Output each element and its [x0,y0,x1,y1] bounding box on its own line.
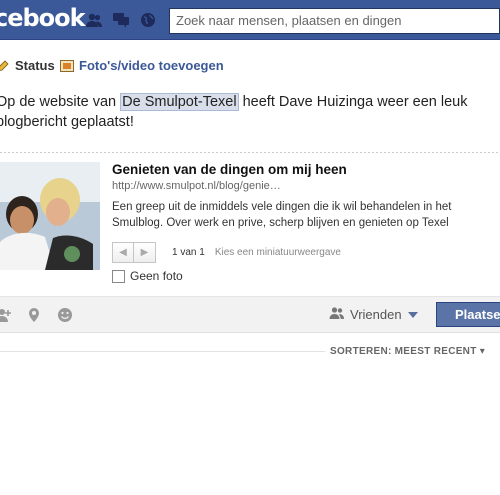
feed-sort-dropdown[interactable]: SORTEREN: MEEST RECENT ▾ [330,346,485,357]
link-thumbnail[interactable] [0,162,100,270]
status-textarea[interactable]: Op de website van De Smulpot-Texel heeft… [0,92,500,132]
link-description[interactable]: Een greep uit de inmiddels vele dingen d… [112,199,500,231]
tab-add-photo-video[interactable]: Foto's/video toevoegen [60,58,224,73]
facebook-logo[interactable]: cebook [0,4,86,32]
tab-status[interactable]: Status [0,58,55,73]
friend-requests-icon[interactable] [85,12,103,28]
thumbnail-count: 1 van 1 [172,247,205,258]
thumbnail-pager: ◀ ▶ 1 van 1 Kies een miniatuurweergave [112,242,341,263]
no-photo-label: Geen foto [130,269,183,283]
no-photo-checkbox[interactable] [112,269,125,283]
search-box[interactable] [169,8,500,34]
caret-down-icon [407,307,419,322]
top-navigation-bar: cebook [0,0,500,40]
arrow-right-icon: ▶ [140,247,149,258]
thumbnail-hint: Kies een miniatuurweergave [214,247,341,258]
tab-add-photo-video-label: Foto's/video toevoegen [79,58,224,73]
smiley-icon[interactable] [57,307,73,323]
composer-divider [0,152,500,153]
notifications-globe-icon[interactable] [139,12,157,28]
post-button[interactable]: Plaatsen [436,302,500,327]
link-title[interactable]: Genieten van de dingen om mij heen [112,162,347,177]
feed-sort-divider [0,351,325,352]
tagged-page-mention[interactable]: De Smulpot-Texel [120,93,239,111]
next-thumbnail-button[interactable]: ▶ [134,242,156,263]
tag-friends-icon[interactable] [0,307,12,323]
messages-icon[interactable] [112,12,130,28]
tab-status-label: Status [15,58,55,73]
previous-thumbnail-button[interactable]: ◀ [112,242,134,263]
location-pin-icon[interactable] [26,307,42,323]
photo-icon [60,59,74,73]
composer-action-bar: Vrienden Plaatsen [0,296,500,333]
friends-icon [329,306,345,323]
composer-tabs: Status Foto's/video toevoegen [0,58,500,80]
no-photo-option[interactable]: Geen foto [112,269,183,283]
search-input[interactable] [176,13,493,28]
status-text-start: Op de website van [0,94,121,110]
audience-label: Vrienden [350,307,402,322]
audience-selector[interactable]: Vrienden [329,306,419,323]
arrow-left-icon: ◀ [119,247,127,258]
link-url: http://www.smulpot.nl/blog/genie… [112,180,281,192]
pencil-icon [0,59,10,73]
